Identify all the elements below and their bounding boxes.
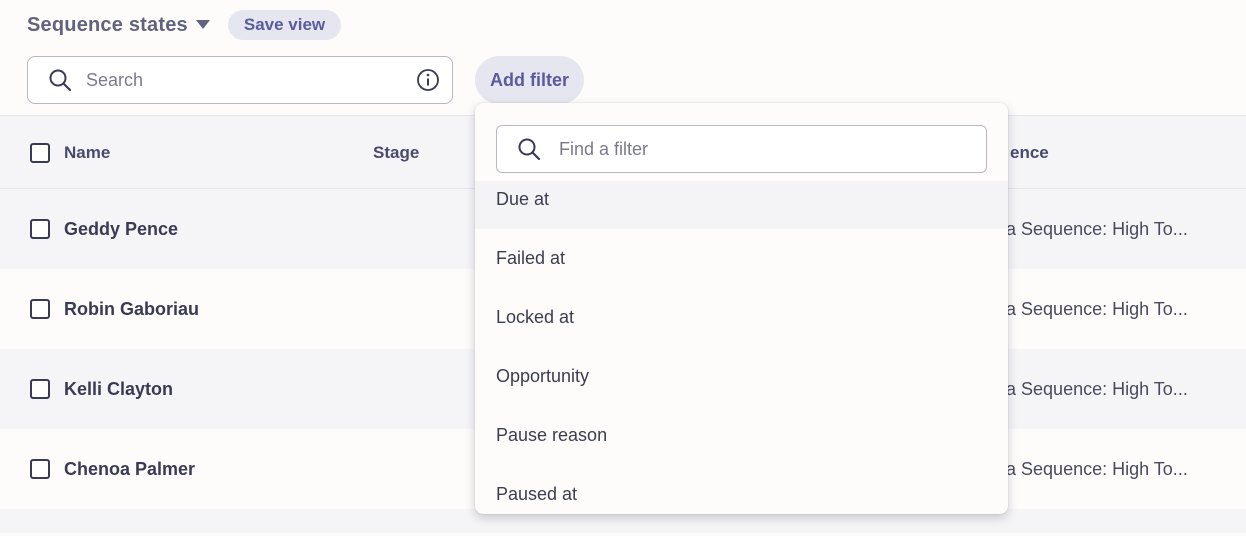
select-all-checkbox[interactable] — [30, 143, 50, 163]
row-checkbox[interactable] — [30, 299, 50, 319]
filter-search-field[interactable] — [496, 125, 987, 173]
row-name[interactable]: Kelli Clayton — [64, 379, 173, 400]
column-header-stage[interactable]: Stage — [373, 116, 419, 190]
row-sequence: ona Sequence: High To... — [1000, 378, 1188, 399]
row-checkbox[interactable] — [30, 219, 50, 239]
row-sequence: ona Sequence: High To... — [1000, 458, 1188, 479]
column-header-sequence[interactable]: ence — [1010, 116, 1049, 190]
column-header-name[interactable]: Name — [64, 116, 110, 190]
view-header: Sequence states Save view — [27, 10, 342, 40]
row-name[interactable]: Geddy Pence — [64, 219, 178, 240]
filter-option-pause-reason[interactable]: Pause reason — [475, 406, 1008, 465]
row-name[interactable]: Chenoa Palmer — [64, 459, 195, 480]
view-selector[interactable]: Sequence states — [27, 14, 210, 37]
search-field[interactable] — [27, 56, 453, 104]
filter-dropdown: Due at Failed at Locked at Opportunity P… — [475, 103, 1008, 514]
search-icon — [517, 137, 541, 161]
row-name[interactable]: Robin Gaboriau — [64, 299, 199, 320]
filter-search-input[interactable] — [559, 138, 970, 160]
view-title: Sequence states — [27, 13, 188, 36]
caret-down-icon — [195, 20, 210, 30]
filter-option-failed-at[interactable]: Failed at — [475, 229, 1008, 288]
filter-option-paused-at[interactable]: Paused at — [475, 465, 1008, 514]
filter-option-due-at[interactable]: Due at — [475, 181, 1008, 229]
filter-list[interactable]: Due at Failed at Locked at Opportunity P… — [475, 181, 1008, 514]
select-all-cell — [30, 116, 50, 190]
save-view-button[interactable]: Save view — [227, 10, 342, 40]
row-checkbox[interactable] — [30, 379, 50, 399]
filter-option-locked-at[interactable]: Locked at — [475, 288, 1008, 347]
add-filter-button[interactable]: Add filter — [475, 56, 584, 104]
row-checkbox[interactable] — [30, 459, 50, 479]
row-sequence: ona Sequence: High To... — [1000, 218, 1188, 239]
search-input[interactable] — [86, 69, 416, 91]
filter-option-opportunity[interactable]: Opportunity — [475, 347, 1008, 406]
search-icon — [48, 68, 72, 92]
row-sequence: ona Sequence: High To... — [1000, 298, 1188, 319]
info-icon[interactable] — [416, 68, 440, 92]
